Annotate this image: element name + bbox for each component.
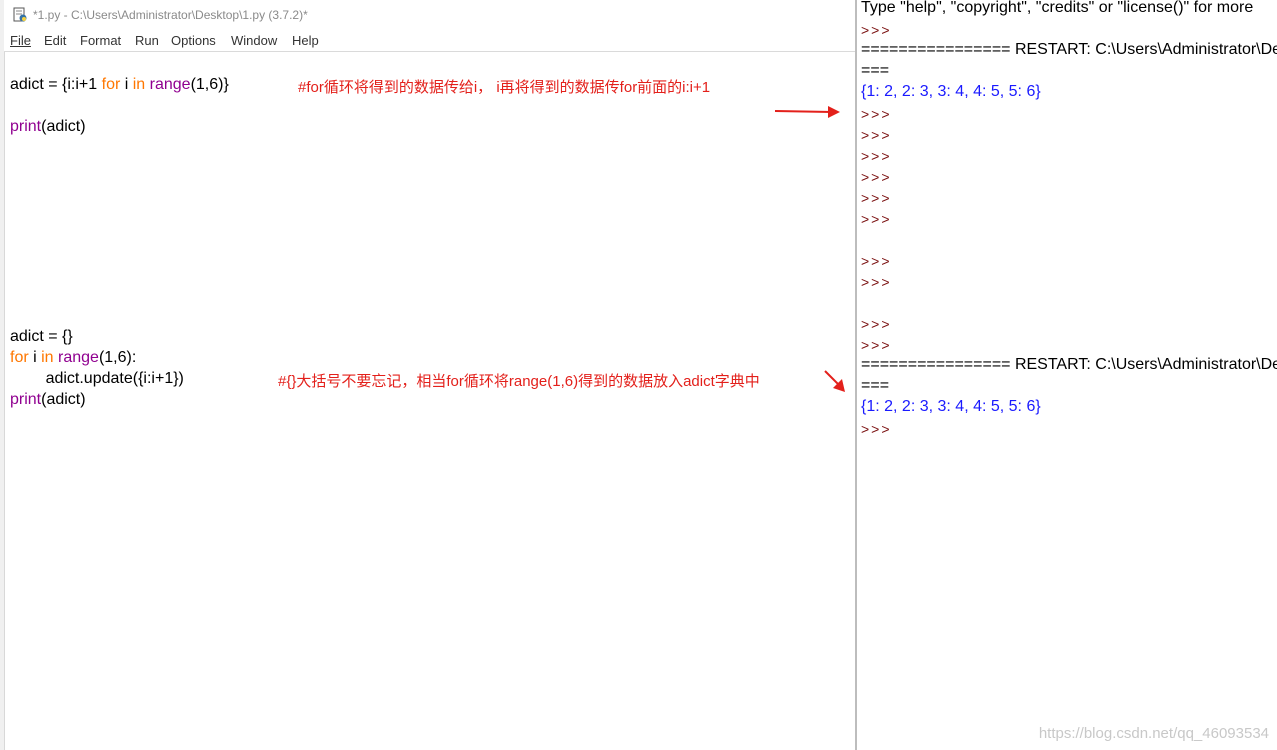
keyword-for: for [101, 76, 121, 93]
keyword-in: in [41, 349, 54, 366]
shell-output: {1: 2, 2: 3, 3: 4, 4: 5, 5: 6} [861, 83, 1041, 100]
menu-format-label: Format [80, 33, 122, 48]
menu-window[interactable]: Window [231, 33, 277, 48]
menu-run[interactable]: Run [135, 33, 159, 48]
code-text: i [28, 349, 42, 366]
code-text: (1,6): [98, 349, 137, 366]
shell-prompt: >>> [861, 316, 892, 332]
code-line: adict = {i:i+1 for i in range(1,6)} [10, 75, 229, 95]
code-line: adict = {} [10, 327, 73, 347]
annotation-arrow-icon [774, 106, 840, 118]
code-line: adict.update({i:i+1}) [10, 369, 184, 389]
menu-edit[interactable]: Edit [44, 33, 66, 48]
restart-line: ================ RESTART: C:\Users\Admin… [861, 41, 1277, 58]
shell-prompt: >>> [861, 127, 892, 143]
code-editor[interactable]: adict = {i:i+1 for i in range(1,6)} prin… [4, 52, 856, 750]
code-text: adict = {} [10, 328, 73, 345]
window-title: *1.py - C:\Users\Administrator\Desktop\1… [33, 8, 308, 22]
builtin-print: print [10, 391, 42, 408]
keyword-in: in [132, 76, 146, 93]
code-line: print(adict) [10, 117, 86, 137]
shell-prompt: >>> [861, 106, 892, 122]
shell-prompt: >>> [861, 421, 892, 437]
builtin-range: range [149, 76, 191, 93]
code-text: adict = {i:i+1 [10, 76, 102, 93]
title-bar[interactable]: *1.py - C:\Users\Administrator\Desktop\1… [4, 0, 856, 30]
annotation-arrow-icon [824, 370, 845, 392]
menu-file[interactable]: File [10, 33, 31, 48]
menu-options-label: Options [171, 33, 216, 48]
menu-window-label: Window [231, 33, 278, 48]
code-text: adict.update({i:i+1}) [10, 370, 184, 387]
code-text: i [120, 76, 133, 93]
python-file-icon [13, 7, 27, 22]
builtin-range: range [58, 349, 99, 366]
shell-prompt: >>> [861, 337, 892, 353]
shell-prompt: >>> [861, 211, 892, 227]
menu-bar: File Edit Format Run Options Window Help [4, 30, 856, 52]
code-text: (1,6)} [190, 76, 229, 93]
code-line: print(adict) [10, 390, 86, 410]
shell-prompt: >>> [861, 148, 892, 164]
menu-file-label: File [10, 33, 31, 48]
annotation-note: #for循环将得到的数据传给i， i再将得到的数据传for前面的i:i+1 [298, 79, 711, 96]
restart-line: ================ RESTART: C:\Users\Admin… [861, 356, 1277, 373]
shell-prompt: >>> [861, 169, 892, 185]
annotation-note: #{}大括号不要忘记，相当for循环将range(1,6)得到的数据放入adic… [278, 373, 760, 390]
menu-run-label: Run [135, 33, 159, 48]
shell-prompt: >>> [861, 274, 892, 290]
builtin-print: print [10, 118, 42, 135]
code-text: (adict) [41, 118, 86, 135]
menu-help[interactable]: Help [292, 33, 319, 48]
shell-banner: Type "help", "copyright", "credits" or "… [861, 0, 1254, 16]
restart-line-tail: === [861, 62, 890, 79]
shell-prompt: >>> [861, 190, 892, 206]
menu-edit-label: Edit [44, 33, 67, 48]
keyword-for: for [10, 349, 29, 366]
code-line: for i in range(1,6): [10, 348, 136, 368]
restart-line-tail: === [861, 377, 890, 394]
shell-prompt: >>> [861, 22, 892, 38]
shell-prompt: >>> [861, 253, 892, 269]
menu-format[interactable]: Format [80, 33, 121, 48]
editor-window: *1.py - C:\Users\Administrator\Desktop\1… [0, 0, 856, 750]
menu-help-label: Help [292, 33, 319, 48]
shell-window[interactable]: Type "help", "copyright", "credits" or "… [857, 0, 1277, 750]
watermark: https://blog.csdn.net/qq_46093534 [1038, 725, 1269, 742]
menu-options[interactable]: Options [171, 33, 216, 48]
code-text: (adict) [41, 391, 86, 408]
shell-output: {1: 2, 2: 3, 3: 4, 4: 5, 5: 6} [861, 398, 1041, 415]
